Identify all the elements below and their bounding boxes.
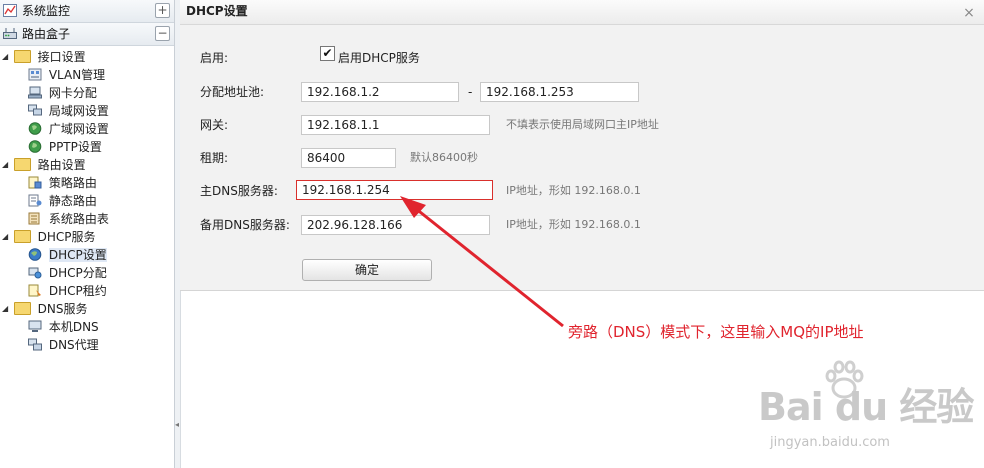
tree-group-routing[interactable]: ◢ 路由设置: [0, 156, 174, 174]
dhcp-settings-dialog: DHCP设置 × 启用: ✔ 启用DHCP服务 分配地址池: - 网关: 不填表…: [180, 0, 984, 291]
tree-item-nic-assign[interactable]: 网卡分配: [0, 84, 174, 102]
folder-icon: [13, 302, 31, 315]
tree-item-lan-settings[interactable]: 局域网设置: [0, 102, 174, 120]
tree-item-label: 本机DNS: [48, 320, 99, 334]
lease-row: 租期: 默认86400秒: [200, 146, 900, 170]
enable-dhcp-checkbox[interactable]: ✔: [320, 46, 335, 61]
policy-route-icon: [28, 176, 42, 189]
tree-item-label: 策略路由: [48, 176, 97, 190]
primary-dns-label: 主DNS服务器:: [200, 184, 278, 198]
section-router-box[interactable]: 路由盒子 −: [0, 23, 174, 46]
confirm-button[interactable]: 确定: [302, 259, 432, 281]
folder-icon: [13, 230, 31, 243]
router-icon: [3, 28, 17, 39]
tree-item-local-dns[interactable]: 本机DNS: [0, 318, 174, 336]
tree-item-label: 静态路由: [48, 194, 97, 208]
enable-dhcp-checkbox-label[interactable]: 启用DHCP服务: [338, 46, 420, 70]
tree-item-label: DHCP分配: [48, 266, 107, 280]
local-dns-icon: [28, 320, 42, 332]
pool-start-input[interactable]: [301, 82, 459, 102]
tree-item-label: 接口设置: [37, 50, 86, 64]
tree-group-interface[interactable]: ◢ 接口设置: [0, 48, 174, 66]
tree-item-dns-proxy[interactable]: DNS代理: [0, 336, 174, 354]
collapse-toggle-button[interactable]: −: [155, 26, 170, 41]
tree-item-dhcp-lease[interactable]: DHCP租约: [0, 282, 174, 300]
monitor-chart-icon: [3, 4, 17, 17]
nav-tree: ◢ 接口设置 VLAN管理 网卡分配 局域网设置 广域网设置 PPTP设置 ◢ …: [0, 46, 174, 354]
tree-item-wan-settings[interactable]: 广域网设置: [0, 120, 174, 138]
enable-row: 启用: ✔ 启用DHCP服务: [200, 46, 900, 70]
primary-dns-hint: IP地址，形如 192.168.0.1: [506, 184, 641, 197]
tree-item-label: DNS服务: [37, 302, 88, 316]
dhcp-lease-icon: [28, 284, 41, 297]
primary-dns-input[interactable]: [296, 180, 493, 200]
secondary-dns-row: 备用DNS服务器: IP地址，形如 192.168.0.1: [200, 213, 900, 237]
tree-item-dhcp-assign[interactable]: DHCP分配: [0, 264, 174, 282]
pptp-globe-icon: [28, 140, 42, 153]
nic-icon: [28, 86, 42, 99]
tree-item-vlan[interactable]: VLAN管理: [0, 66, 174, 84]
tree-item-label: 局域网设置: [48, 104, 109, 118]
watermark-url: jingyan.baidu.com: [770, 435, 890, 450]
route-table-icon: [28, 212, 40, 225]
gateway-label: 网关:: [200, 118, 229, 132]
lease-hint: 默认86400秒: [410, 151, 478, 164]
collapse-arrow-icon[interactable]: ◢: [2, 300, 10, 318]
tree-item-label: DNS代理: [48, 338, 99, 352]
static-route-icon: [28, 194, 42, 207]
tree-item-system-route-table[interactable]: 系统路由表: [0, 210, 174, 228]
tree-item-label: PPTP设置: [48, 140, 102, 154]
tree-item-label: 网卡分配: [48, 86, 97, 100]
watermark-logo-text: Bai du 经验: [758, 385, 974, 429]
tree-item-label: DHCP设置: [48, 248, 107, 262]
dhcp-assign-icon: [28, 267, 42, 279]
tree-item-label: 路由设置: [37, 158, 86, 172]
close-icon[interactable]: ×: [962, 6, 976, 20]
dns-proxy-icon: [28, 338, 42, 351]
tree-item-dhcp-settings[interactable]: DHCP设置: [0, 246, 174, 264]
address-pool-label: 分配地址池:: [200, 85, 265, 99]
lan-icon: [28, 104, 42, 116]
tree-item-label: DHCP服务: [37, 230, 96, 244]
section-title: 路由盒子: [22, 27, 71, 41]
section-title: 系统监控: [22, 4, 71, 18]
pool-end-input[interactable]: [480, 82, 639, 102]
tree-item-policy-routing[interactable]: 策略路由: [0, 174, 174, 192]
dialog-title: DHCP设置: [180, 0, 984, 25]
pool-range-separator: -: [468, 85, 473, 99]
dhcp-globe-icon: [28, 248, 42, 261]
collapse-arrow-icon[interactable]: ◢: [2, 156, 10, 174]
secondary-dns-input[interactable]: [301, 215, 490, 235]
tree-item-label: DHCP租约: [48, 284, 107, 298]
tree-group-dns[interactable]: ◢ DNS服务: [0, 300, 174, 318]
wan-globe-icon: [28, 122, 42, 135]
folder-icon: [13, 50, 31, 63]
tree-item-static-routing[interactable]: 静态路由: [0, 192, 174, 210]
vlan-icon: [28, 68, 42, 81]
tree-group-dhcp[interactable]: ◢ DHCP服务: [0, 228, 174, 246]
tree-item-pptp-settings[interactable]: PPTP设置: [0, 138, 174, 156]
section-system-monitor[interactable]: 系统监控 +: [0, 0, 174, 23]
lease-label: 租期:: [200, 151, 229, 165]
nav-sidebar: 系统监控 + 路由盒子 − ◢ 接口设置 VLAN管理 网卡分配 局域网设置 广…: [0, 0, 175, 468]
primary-dns-row: 主DNS服务器: IP地址，形如 192.168.0.1: [200, 179, 900, 203]
address-pool-row: 分配地址池: -: [200, 80, 900, 104]
folder-icon: [13, 158, 31, 171]
tree-item-label: VLAN管理: [48, 68, 106, 82]
gateway-input[interactable]: [301, 115, 490, 135]
collapse-left-icon[interactable]: ◂: [175, 420, 179, 429]
collapse-arrow-icon[interactable]: ◢: [2, 48, 10, 66]
annotation-text: 旁路（DNS）模式下，这里输入MQ的IP地址: [568, 323, 864, 341]
gateway-row: 网关: 不填表示使用局域网口主IP地址: [200, 113, 900, 137]
tree-item-label: 系统路由表: [48, 212, 109, 226]
enable-label: 启用:: [200, 51, 229, 65]
gateway-hint: 不填表示使用局域网口主IP地址: [506, 118, 659, 131]
expand-toggle-button[interactable]: +: [155, 3, 170, 18]
lease-input[interactable]: [301, 148, 396, 168]
baidu-jingyan-watermark: Bai du 经验 jingyan.baidu.com: [756, 360, 978, 460]
collapse-arrow-icon[interactable]: ◢: [2, 228, 10, 246]
secondary-dns-hint: IP地址，形如 192.168.0.1: [506, 218, 641, 231]
secondary-dns-label: 备用DNS服务器:: [200, 218, 290, 232]
tree-item-label: 广域网设置: [48, 122, 109, 136]
